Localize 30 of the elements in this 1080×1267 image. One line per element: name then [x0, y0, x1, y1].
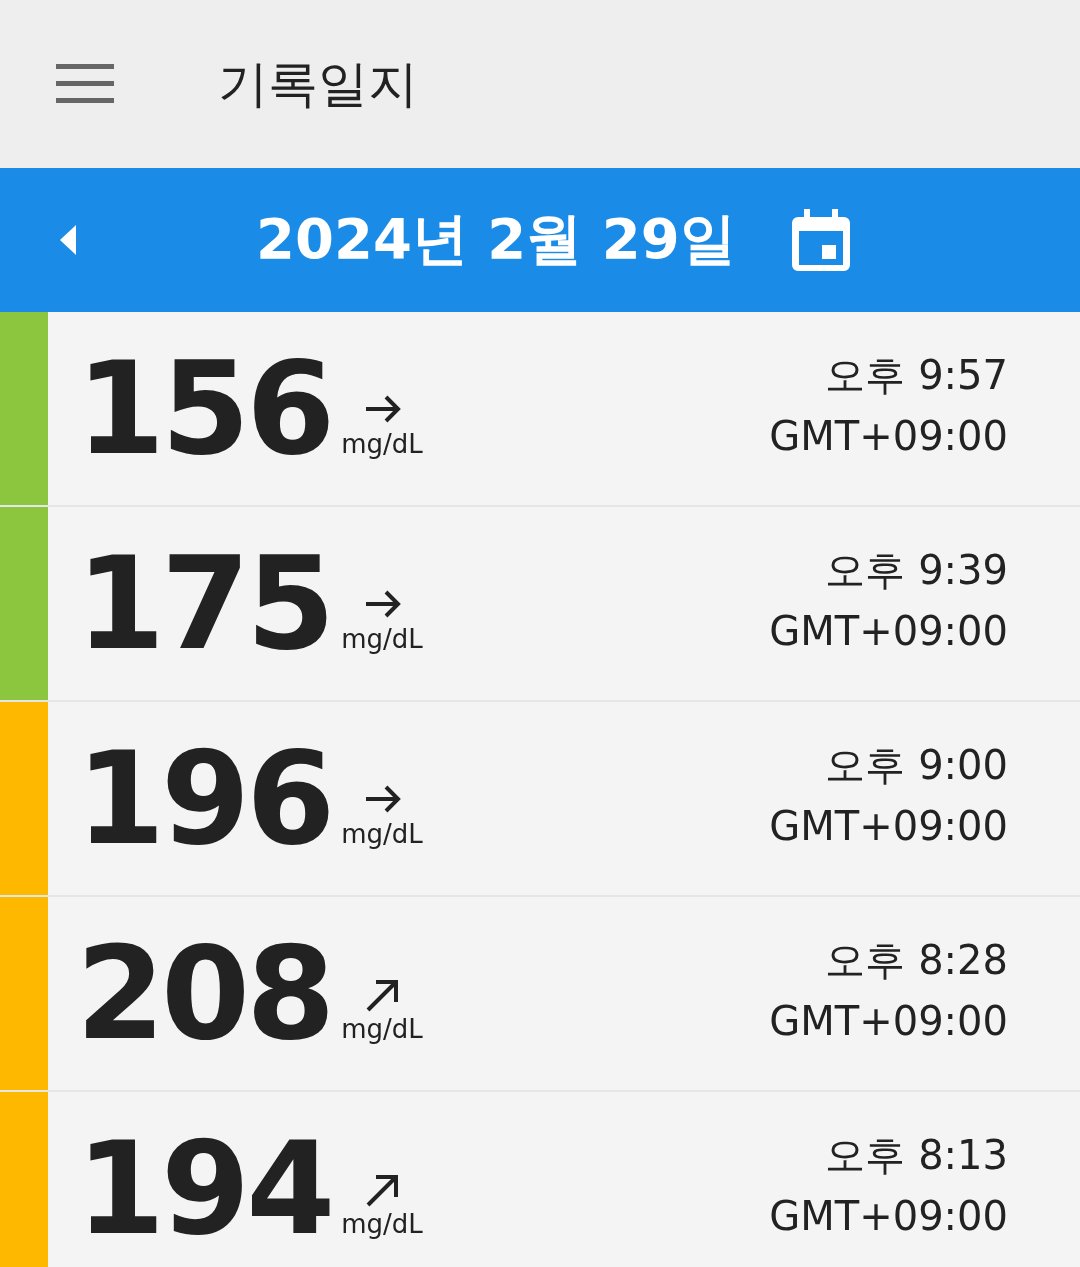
reading-time: 오후 9:39 [825, 546, 1008, 595]
time-zone: GMT+09:00 [769, 413, 1008, 459]
time-zone: GMT+09:00 [769, 803, 1008, 849]
reading-time: 오후 8:13 [825, 1131, 1008, 1180]
date-label: 2024년 2월 29일 [256, 205, 736, 273]
menu-icon[interactable] [56, 64, 114, 104]
glucose-value: 196 [76, 734, 332, 863]
time-zone: GMT+09:00 [769, 998, 1008, 1044]
glucose-value: 194 [76, 1124, 332, 1253]
calendar-icon[interactable] [789, 209, 852, 271]
unit-label: mg/dL [341, 818, 423, 849]
reading-row[interactable]: 194 mg/dL 오후 8:13 GMT+09:00 [0, 1092, 1080, 1267]
reading-row[interactable]: 208 mg/dL 오후 8:28 GMT+09:00 [0, 897, 1080, 1092]
previous-day-icon[interactable] [60, 225, 76, 255]
glucose-value: 208 [76, 929, 332, 1058]
reading-row[interactable]: 175 mg/dL 오후 9:39 GMT+09:00 [0, 507, 1080, 702]
reading-time: 오후 8:28 [825, 936, 1008, 985]
glucose-value: 175 [76, 539, 332, 668]
unit-label: mg/dL [341, 1208, 423, 1239]
unit-label: mg/dL [341, 1013, 423, 1044]
time-zone: GMT+09:00 [769, 608, 1008, 654]
reading-row[interactable]: 156 mg/dL 오후 9:57 GMT+09:00 [0, 312, 1080, 507]
page-title: 기록일지 [218, 53, 418, 115]
reading-row[interactable]: 196 mg/dL 오후 9:00 GMT+09:00 [0, 702, 1080, 897]
reading-time: 오후 9:57 [825, 351, 1008, 400]
unit-label: mg/dL [341, 623, 423, 654]
reading-time: 오후 9:00 [825, 741, 1008, 790]
glucose-value: 156 [76, 344, 332, 473]
unit-label: mg/dL [341, 428, 423, 459]
time-zone: GMT+09:00 [769, 1193, 1008, 1239]
